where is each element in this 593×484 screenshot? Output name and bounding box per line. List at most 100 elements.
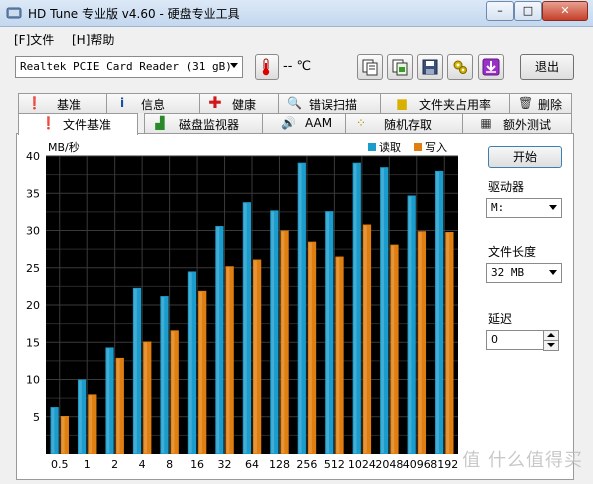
copy-text-icon <box>362 59 378 76</box>
trash-icon: 🗑 <box>518 96 534 110</box>
thermometer-icon <box>262 58 270 76</box>
exit-button[interactable]: 退出 <box>520 54 574 80</box>
legend-read-swatch <box>368 143 376 151</box>
info-icon: ❗ <box>27 96 42 110</box>
menu-help[interactable]: [H]帮助 <box>72 31 114 48</box>
folder-icon: ▆ <box>397 96 407 110</box>
write-bar-highlight <box>391 245 395 453</box>
write-bar-highlight <box>336 257 340 453</box>
y-tick-label: 40 <box>26 150 40 163</box>
x-tick-label: 128 <box>269 458 290 471</box>
tab-label: 文件基准 <box>63 118 112 132</box>
tab-health[interactable]: ✚ 健康 <box>199 93 279 113</box>
tab-label: 删除 <box>538 98 563 112</box>
grid-icon: ▦ <box>480 116 492 130</box>
save-button[interactable] <box>417 54 443 80</box>
read-bar-highlight <box>243 203 247 453</box>
read-bar-highlight <box>51 408 55 453</box>
maximize-button[interactable]: □ <box>514 1 542 21</box>
tab-label: AAM <box>305 116 333 130</box>
close-button[interactable]: ✕ <box>542 1 588 21</box>
tab-folder-usage[interactable]: ▆ 文件夹占用率 <box>380 93 510 113</box>
speaker-icon: 🔊 <box>281 116 296 130</box>
read-bar-highlight <box>436 171 439 453</box>
tab-random-access[interactable]: ⁘ 随机存取 <box>345 113 463 133</box>
menu-bar: [F]文件 [H]帮助 <box>0 27 593 49</box>
tab-error-scan[interactable]: 🔍 错误扫描 <box>278 93 381 113</box>
thermometer-button[interactable] <box>255 54 279 80</box>
download-icon <box>482 58 500 76</box>
watermark: 值 什么值得买 <box>462 450 583 471</box>
temperature-readout: -- ℃ <box>283 59 312 74</box>
x-tick-label: 1024 <box>348 458 376 471</box>
x-tick-label: 4096 <box>403 458 431 471</box>
title-bar: HD Tune 专业版 v4.60 - 硬盘专业工具 – □ ✕ <box>0 0 593 27</box>
start-button[interactable]: 开始 <box>488 146 562 168</box>
write-bar-highlight <box>281 231 285 453</box>
y-tick-label: 35 <box>26 187 40 200</box>
app-icon <box>6 7 22 19</box>
tab-row-1: ❗ 基准 i 信息 ✚ 健康 🔍 错误扫描 ▆ 文件夹占用率 🗑 删除 <box>18 93 572 113</box>
write-bar-highlight <box>171 331 175 453</box>
chevron-down-icon <box>230 63 238 68</box>
menu-file[interactable]: [F]文件 <box>14 31 54 48</box>
read-bar-highlight <box>188 272 192 453</box>
drive-label: 驱动器 <box>488 180 525 194</box>
info-icon: i <box>119 96 125 110</box>
delay-spin-down[interactable] <box>543 340 559 351</box>
tab-info[interactable]: i 信息 <box>106 93 200 113</box>
chevron-down-icon <box>549 205 557 210</box>
tab-erase[interactable]: 🗑 删除 <box>509 93 572 113</box>
tab-aam[interactable]: 🔊 AAM <box>262 113 346 133</box>
file-length-select[interactable]: 32 MB <box>486 263 562 283</box>
tab-row-2: ❗ 文件基准 ▟ 磁盘监视器 🔊 AAM ⁘ 随机存取 ▦ 额外测试 <box>18 113 572 135</box>
tab-extra-tests[interactable]: ▦ 额外测试 <box>462 113 572 133</box>
y-tick-label: 15 <box>26 336 40 349</box>
x-tick-label: 1 <box>84 458 91 471</box>
options-button[interactable] <box>447 54 473 80</box>
tab-label: 额外测试 <box>503 118 552 132</box>
copy-screenshot-button[interactable] <box>387 54 413 80</box>
tab-label: 错误扫描 <box>309 98 358 112</box>
delay-input[interactable]: 0 <box>486 330 544 350</box>
minimize-button[interactable]: – <box>486 1 514 21</box>
copy-text-button[interactable] <box>357 54 383 80</box>
window-title: HD Tune 专业版 v4.60 - 硬盘专业工具 <box>28 7 240 21</box>
drive-letter-value: M: <box>491 201 505 214</box>
read-bar-highlight <box>298 163 302 453</box>
legend-write-swatch <box>414 143 422 151</box>
x-tick-label: 16 <box>190 458 204 471</box>
write-bar-highlight <box>116 358 120 453</box>
x-tick-label: 4 <box>139 458 146 471</box>
write-bar-highlight <box>89 395 93 453</box>
file-length-label: 文件长度 <box>488 245 537 259</box>
options-icon <box>453 60 467 74</box>
tab-disk-monitor[interactable]: ▟ 磁盘监视器 <box>144 113 263 133</box>
delay-value: 0 <box>491 333 498 346</box>
download-button[interactable] <box>478 54 504 80</box>
write-bar-highlight <box>418 232 422 453</box>
y-tick-label: 10 <box>26 374 40 387</box>
x-tick-label: 0.5 <box>51 458 69 471</box>
x-tick-label: 2 <box>111 458 118 471</box>
read-bar-highlight <box>133 288 137 453</box>
tab-benchmark[interactable]: ❗ 基准 <box>18 93 107 113</box>
file-benchmark-icon: ❗ <box>41 116 56 130</box>
tab-label: 文件夹占用率 <box>419 98 492 112</box>
tab-file-benchmark[interactable]: ❗ 文件基准 <box>18 113 138 135</box>
save-icon <box>422 59 438 75</box>
read-bar-highlight <box>271 211 275 453</box>
file-length-value: 32 MB <box>491 266 525 279</box>
benchmark-chart: 5 10 15 20 25 30 35 40 0.5 1 2 4 8 16 32 64 128 256 512 102… <box>26 140 458 471</box>
drive-select[interactable]: Realtek PCIE Card Reader (31 gB) <box>15 56 243 78</box>
random-dots-icon: ⁘ <box>355 116 367 130</box>
y-tick-label: 25 <box>26 262 40 275</box>
x-tick-label: 8192 <box>430 458 458 471</box>
x-tick-label: 32 <box>218 458 232 471</box>
read-bar-highlight <box>326 212 330 453</box>
chevron-down-icon <box>547 343 555 347</box>
read-bar-highlight <box>106 348 110 453</box>
y-tick-label: 20 <box>26 299 40 312</box>
drive-letter-select[interactable]: M: <box>486 198 562 218</box>
read-bar-highlight <box>161 297 165 453</box>
